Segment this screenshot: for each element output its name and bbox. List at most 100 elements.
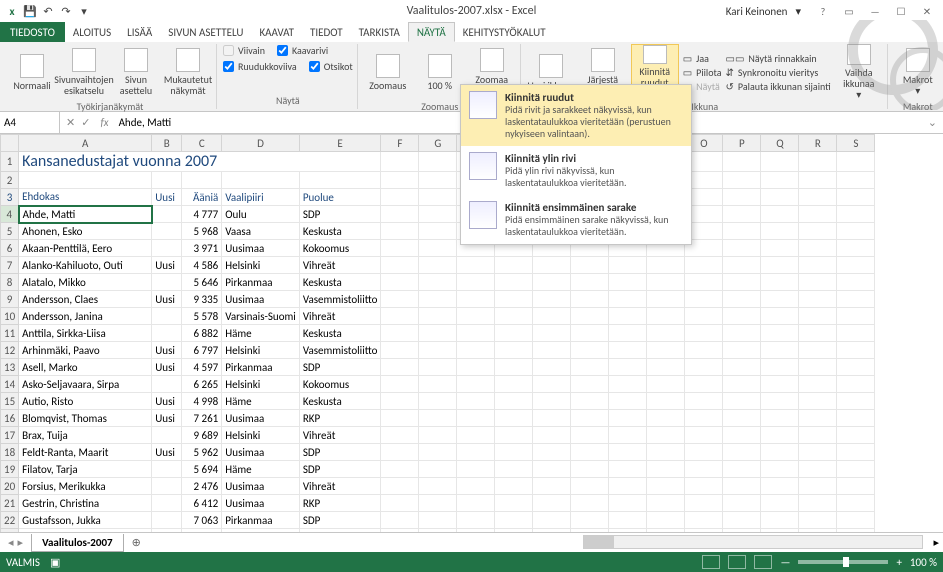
column-header[interactable]: F xyxy=(381,135,419,152)
freeze-first-column-item[interactable]: Kiinnitä ensimmäinen sarakePidä ensimmäi… xyxy=(461,195,691,244)
zoom-level[interactable]: 100 % xyxy=(910,556,937,569)
normal-view-status-icon[interactable] xyxy=(702,555,720,569)
undo-icon[interactable]: ↶ xyxy=(40,3,56,19)
window-title: Vaalitulos-2007.xlsx - Excel xyxy=(407,4,537,18)
chevron-down-icon: ▾ xyxy=(856,89,861,100)
normal-view-button[interactable]: Normaali xyxy=(8,44,56,100)
ribbon-collapse-icon[interactable]: ▭ xyxy=(837,2,861,20)
fx-icon[interactable]: fx xyxy=(96,116,112,129)
table-row[interactable]: 12Arhinmäki, PaavoUusi6 797HelsinkiVasem… xyxy=(1,342,875,359)
column-header[interactable]: P xyxy=(723,135,761,152)
table-row[interactable]: 20Forsius, Merikukka2 476UusimaaVihreät xyxy=(1,478,875,495)
ruler-checkbox[interactable]: Viivain xyxy=(223,44,265,57)
ribbon-tabstrip: TIEDOSTO ALOITUS LISÄÄ SIVUN ASETTELU KA… xyxy=(0,22,943,42)
table-row[interactable]: 19Filatov, Tarja5 694HämeSDP xyxy=(1,461,875,478)
formulabar-checkbox[interactable]: Kaavarivi xyxy=(277,44,328,57)
pagebreak-status-icon[interactable] xyxy=(754,555,772,569)
switch-windows-button[interactable]: Vaihda ikkunaa▾ xyxy=(835,44,883,100)
sheet-nav-first-icon[interactable]: ◂ xyxy=(8,536,14,549)
macros-button[interactable]: Makrot▾ xyxy=(894,44,942,100)
freeze-top-row-item[interactable]: Kiinnitä ylin riviPidä ylin rivi näkyvis… xyxy=(461,146,691,195)
table-row[interactable]: 16Blomqvist, ThomasUusi7 261UusimaaRKP xyxy=(1,410,875,427)
tab-formulas[interactable]: KAAVAT xyxy=(251,22,302,42)
cancel-formula-icon[interactable]: ✕ xyxy=(66,116,75,129)
table-row[interactable]: 7Alanko-Kahiluoto, OutiUusi4 586Helsinki… xyxy=(1,257,875,274)
zoom-button[interactable]: Zoomaus xyxy=(364,44,412,100)
column-header[interactable]: R xyxy=(799,135,837,152)
enter-formula-icon[interactable]: ✓ xyxy=(81,116,90,129)
table-row[interactable]: 17Brax, Tuija9 689HelsinkiVihreät xyxy=(1,427,875,444)
maximize-icon[interactable]: ☐ xyxy=(889,2,913,20)
sync-scroll[interactable]: ⇵ Synkronoitu vieritys xyxy=(726,66,831,79)
freeze-panes-menu: Kiinnitä ruudutPidä rivit ja sarakkeet n… xyxy=(460,84,692,245)
tab-review[interactable]: TARKISTA xyxy=(351,22,408,42)
column-header[interactable]: A xyxy=(19,135,152,152)
name-box[interactable]: A4 xyxy=(0,112,60,133)
hscroll-right-icon[interactable]: ▸ xyxy=(933,536,939,549)
horizontal-scrollbar[interactable] xyxy=(583,535,923,549)
qat-more-icon[interactable]: ▾ xyxy=(76,3,92,19)
pagelayout-status-icon[interactable] xyxy=(728,555,746,569)
column-header[interactable]: C xyxy=(182,135,222,152)
column-header[interactable]: G xyxy=(419,135,457,152)
table-row[interactable]: 15Autio, RistoUusi4 998HämeKeskusta xyxy=(1,393,875,410)
formula-expand-icon[interactable]: ⌄ xyxy=(922,116,943,129)
tab-developer[interactable]: KEHITYSTYÖKALUT xyxy=(455,22,554,42)
view-side-by-side[interactable]: ▭▭ Näytä rinnakkain xyxy=(726,52,831,65)
table-row[interactable]: 21Gestrin, Christina6 412UusimaaRKP xyxy=(1,495,875,512)
pagebreak-preview-button[interactable]: Sivunvaihtojen esikatselu xyxy=(60,44,108,100)
close-icon[interactable]: ✕ xyxy=(915,2,939,20)
table-row[interactable]: 18Feldt-Ranta, MaaritUusi5 962UusimaaSDP xyxy=(1,444,875,461)
column-header[interactable]: E xyxy=(299,135,381,152)
freeze-panes-item[interactable]: Kiinnitä ruudutPidä rivit ja sarakkeet n… xyxy=(461,85,691,146)
table-row[interactable]: 9Andersson, ClaesUusi9 335UusimaaVasemmi… xyxy=(1,291,875,308)
headings-checkbox[interactable]: Otsikot xyxy=(309,60,353,73)
add-sheet-button[interactable]: ⊕ xyxy=(124,536,149,549)
table-row[interactable]: 8Alatalo, Mikko5 646PirkanmaaKeskusta xyxy=(1,274,875,291)
sheet-nav-last-icon[interactable]: ▸ xyxy=(18,536,24,549)
pagelayout-view-button[interactable]: Sivun asettelu xyxy=(112,44,160,100)
column-header[interactable]: S xyxy=(837,135,875,152)
normal-view-icon xyxy=(20,54,44,78)
table-row[interactable]: 22Gustafsson, Jukka7 063PirkanmaaSDP xyxy=(1,512,875,529)
tab-insert[interactable]: LISÄÄ xyxy=(119,22,160,42)
freeze-top-row-icon xyxy=(469,152,497,180)
tab-file[interactable]: TIEDOSTO xyxy=(0,22,65,42)
zoom-100-icon xyxy=(428,54,452,78)
table-row[interactable]: 5Ahonen, Esko5 968VaasaKeskusta xyxy=(1,223,875,240)
split-button[interactable]: ▭ Jaa xyxy=(683,52,722,65)
table-row[interactable]: 6Akaan-Penttilä, Eero3 971UusimaaKokoomu… xyxy=(1,240,875,257)
column-header[interactable]: Q xyxy=(761,135,799,152)
zoom-icon xyxy=(376,54,400,78)
zoom-in-icon[interactable]: + xyxy=(896,556,901,569)
hide-button[interactable]: ▭ Piilota xyxy=(683,66,722,79)
macro-record-icon[interactable]: ▣ xyxy=(50,556,60,569)
sheet-tab[interactable]: Vaalitulos-2007 xyxy=(31,534,124,552)
arrange-icon xyxy=(591,48,615,72)
tab-pagelayout[interactable]: SIVUN ASETTELU xyxy=(160,22,251,42)
redo-icon[interactable]: ↷ xyxy=(58,3,74,19)
table-row[interactable]: 13Asell, MarkoUusi4 597PirkanmaaSDP xyxy=(1,359,875,376)
user-name[interactable]: Kari Keinonen xyxy=(726,5,788,18)
zoom-out-icon[interactable]: — xyxy=(780,556,790,569)
column-header[interactable]: D xyxy=(222,135,300,152)
pagelayout-icon xyxy=(124,48,148,72)
tab-view[interactable]: NÄYTÄ xyxy=(408,22,455,42)
tab-home[interactable]: ALOITUS xyxy=(65,22,119,42)
save-icon[interactable]: 💾 xyxy=(22,3,38,19)
gridlines-checkbox[interactable]: Ruudukkoviiva xyxy=(223,60,297,73)
minimize-icon[interactable]: — xyxy=(863,2,887,20)
zoom-slider[interactable] xyxy=(798,560,888,564)
column-header[interactable]: B xyxy=(152,135,182,152)
zoom-100-button[interactable]: 100 % xyxy=(416,44,464,100)
table-row[interactable]: 10Andersson, Janina5 578Varsinais-SuomiV… xyxy=(1,308,875,325)
reset-position[interactable]: ↺ Palauta ikkunan sijainti xyxy=(726,80,831,93)
table-row[interactable]: 14Asko-Seljavaara, Sirpa6 265HelsinkiKok… xyxy=(1,376,875,393)
custom-views-button[interactable]: Mukautetut näkymät xyxy=(164,44,212,100)
freeze-panes-icon xyxy=(469,91,497,119)
help-icon[interactable]: ? xyxy=(811,2,835,20)
table-row[interactable]: 4Ahde, Matti4 777OuluSDP xyxy=(1,206,875,223)
table-row[interactable]: 11Anttila, Sirkka-Liisa6 882HämeKeskusta xyxy=(1,325,875,342)
sheet-title[interactable]: Kansanedustajat vuonna 2007 xyxy=(19,152,381,172)
tab-data[interactable]: TIEDOT xyxy=(302,22,351,42)
